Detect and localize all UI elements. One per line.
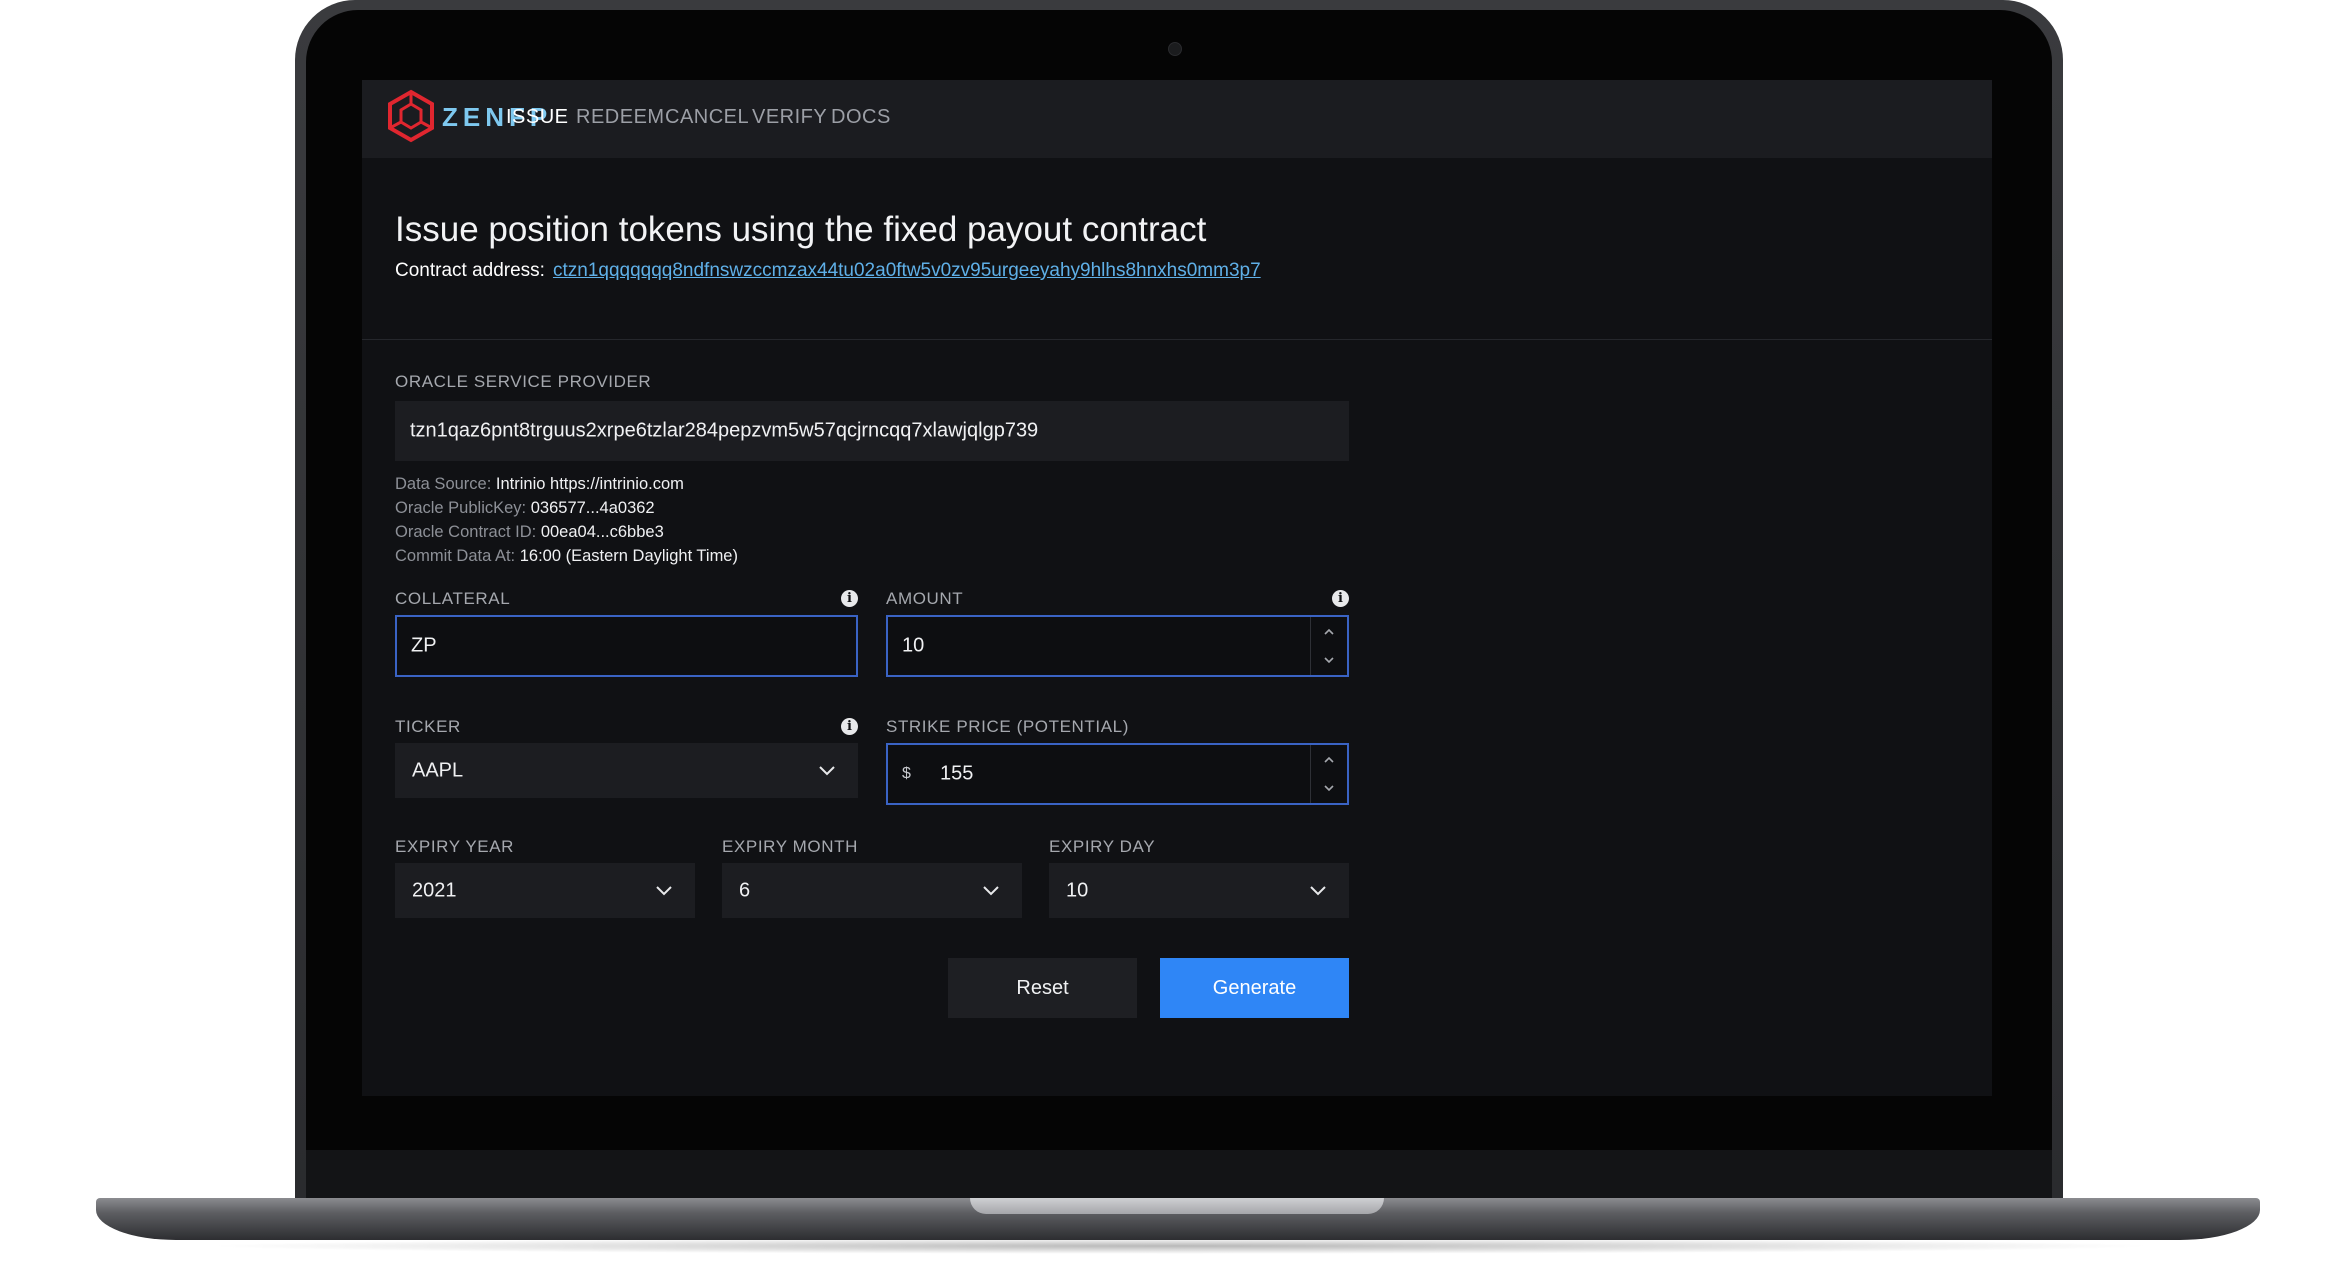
oracle-value: tzn1qaz6pnt8trguus2xrpe6tzlar284pepzvm5w…: [410, 419, 1039, 442]
nav-issue[interactable]: ISSUE: [506, 106, 569, 129]
commit-value: 16:00 (Eastern Daylight Time): [519, 547, 738, 565]
expiry-day-select[interactable]: 10: [1049, 863, 1349, 918]
contract-address-label: Contract address:: [395, 260, 545, 281]
contract-id-value: 00ea04...c6bbe3: [540, 523, 664, 541]
expiry-day-value: 10: [1066, 879, 1089, 901]
strike-stepper: [1310, 745, 1347, 803]
increment-icon[interactable]: [1311, 617, 1347, 646]
top-navbar: ZENFP ISSUE REDEEM CANCEL VERIFY DOCS: [362, 80, 1992, 158]
collateral-input[interactable]: ZP: [395, 615, 858, 677]
ticker-label: TICKER: [395, 717, 461, 736]
collateral-label: COLLATERAL: [395, 589, 511, 608]
strike-value: 155: [940, 762, 974, 785]
expiry-day-label: EXPIRY DAY: [1049, 837, 1156, 856]
expiry-year-label: EXPIRY YEAR: [395, 837, 515, 856]
collateral-info-icon[interactable]: i: [841, 590, 858, 607]
amount-info-icon[interactable]: i: [1332, 590, 1349, 607]
expiry-month-label: EXPIRY MONTH: [722, 837, 858, 856]
public-key-value: 036577...4a0362: [530, 499, 655, 517]
app-screen: ZENFP ISSUE REDEEM CANCEL VERIFY DOCS Is…: [362, 80, 1992, 1096]
nav-cancel[interactable]: CANCEL: [665, 106, 749, 129]
amount-value: 10: [902, 634, 925, 657]
data-source-line: Data Source: Intrinio https://intrinio.c…: [395, 475, 684, 494]
expiry-month-select[interactable]: 6: [722, 863, 1022, 918]
contract-id-line: Oracle Contract ID: 00ea04...c6bbe3: [395, 523, 664, 542]
laptop-shadow: [200, 1238, 2160, 1254]
laptop-notch: [970, 1198, 1384, 1214]
expiry-month-value: 6: [739, 879, 751, 901]
commit-line: Commit Data At: 16:00 (Eastern Daylight …: [395, 547, 738, 566]
nav-redeem[interactable]: REDEEM: [576, 106, 665, 129]
collateral-value: ZP: [411, 634, 437, 657]
chevron-down-icon: [983, 885, 999, 895]
public-key-line: Oracle PublicKey: 036577...4a0362: [395, 499, 655, 518]
amount-stepper: [1310, 617, 1347, 675]
decrement-icon[interactable]: [1311, 646, 1347, 675]
oracle-input[interactable]: tzn1qaz6pnt8trguus2xrpe6tzlar284pepzvm5w…: [395, 401, 1349, 461]
increment-icon[interactable]: [1311, 745, 1347, 774]
ticker-info-icon[interactable]: i: [841, 718, 858, 735]
strike-label: STRIKE PRICE (POTENTIAL): [886, 717, 1129, 736]
chevron-down-icon: [656, 885, 672, 895]
page-title: Issue position tokens using the fixed pa…: [395, 210, 1207, 249]
contract-address-row: Contract address: ctzn1qqqqqqq8ndfnswzccm…: [395, 260, 1261, 282]
contract-id-label: Oracle Contract ID:: [395, 523, 537, 541]
oracle-label: ORACLE SERVICE PROVIDER: [395, 372, 652, 391]
data-source-value: Intrinio https://intrinio.com: [495, 475, 684, 493]
reset-button[interactable]: Reset: [948, 958, 1137, 1018]
zenfp-logo-icon[interactable]: [386, 89, 436, 143]
amount-label: AMOUNT: [886, 589, 964, 608]
strike-input[interactable]: $ 155: [886, 743, 1349, 805]
camera-icon: [1168, 42, 1182, 56]
generate-button[interactable]: Generate: [1160, 958, 1349, 1018]
amount-input[interactable]: 10: [886, 615, 1349, 677]
expiry-year-select[interactable]: 2021: [395, 863, 695, 918]
chevron-down-icon: [819, 765, 835, 775]
data-source-label: Data Source:: [395, 475, 492, 493]
ticker-select[interactable]: AAPL: [395, 743, 858, 798]
section-divider: [362, 339, 1992, 340]
nav-docs[interactable]: DOCS: [831, 106, 891, 129]
commit-label: Commit Data At:: [395, 547, 516, 565]
nav-verify[interactable]: VERIFY: [752, 106, 827, 129]
expiry-year-value: 2021: [412, 879, 457, 901]
bezel-bottom: [306, 1150, 2052, 1205]
ticker-value: AAPL: [412, 759, 464, 781]
contract-address-link[interactable]: ctzn1qqqqqqq8ndfnswzccmzax44tu02a0ftw5v0…: [553, 260, 1261, 281]
decrement-icon[interactable]: [1311, 774, 1347, 803]
chevron-down-icon: [1310, 885, 1326, 895]
currency-symbol: $: [902, 765, 911, 782]
public-key-label: Oracle PublicKey:: [395, 499, 527, 517]
